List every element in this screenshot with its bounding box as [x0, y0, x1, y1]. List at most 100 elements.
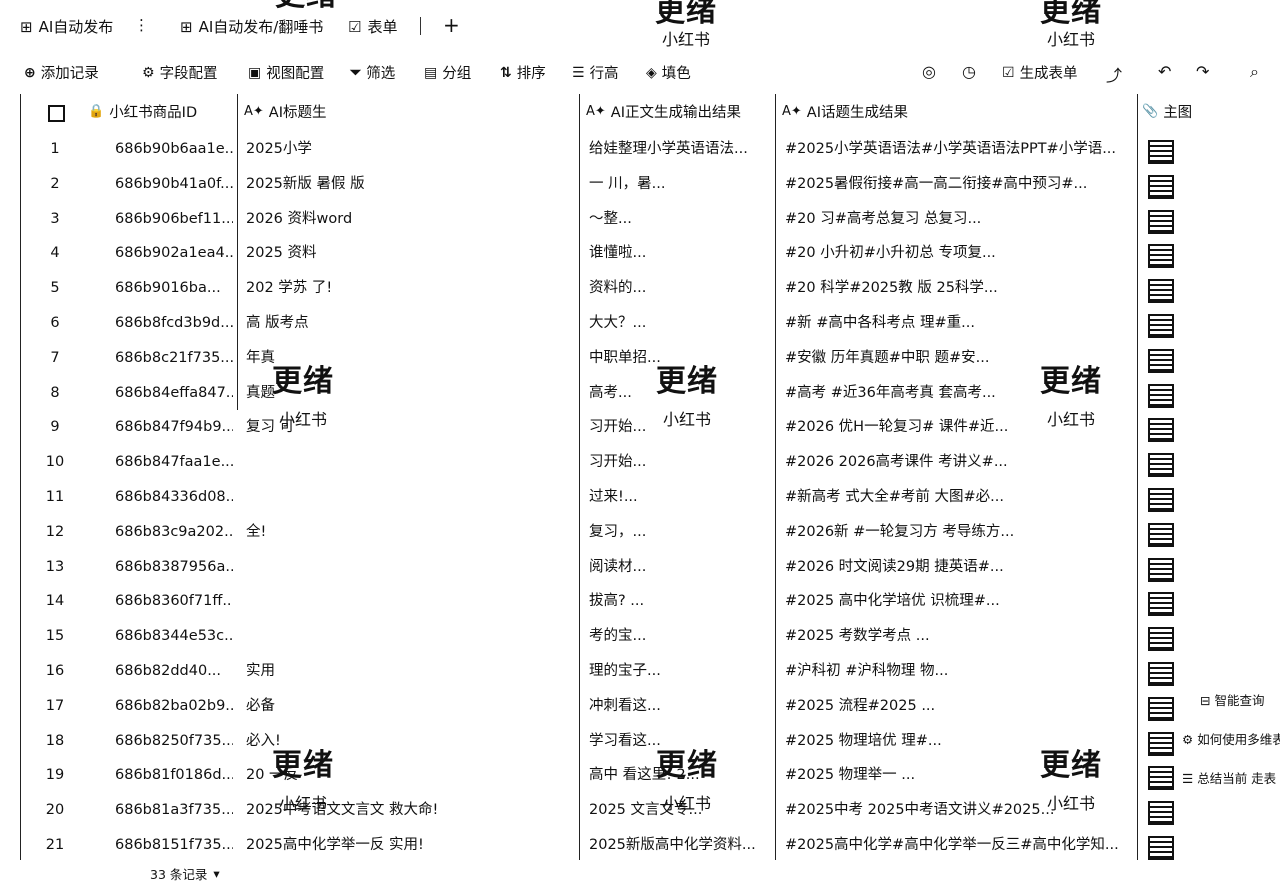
cell-body[interactable]: 大大？...	[589, 306, 771, 341]
cell-id[interactable]: 686b82dd40...	[115, 654, 233, 689]
table-row[interactable]: 10 686b847faa1e... 习开始... #2026 2026高考课件 考讲…	[20, 445, 1280, 480]
row-number[interactable]: 2	[20, 167, 90, 202]
cell-id[interactable]: 686b847faa1e...	[115, 445, 233, 480]
cell-id[interactable]: 686b82ba02b9...	[115, 689, 233, 724]
group-button[interactable]: ▤ 分组	[424, 62, 471, 83]
ai-query-item[interactable]: ⊟ 智能查询	[1196, 688, 1269, 711]
sync-icon[interactable]: ◎	[922, 62, 936, 81]
cell-id[interactable]: 686b83c9a202...	[115, 515, 233, 550]
cell-topic[interactable]: #2026 2026高考课件 考讲义#...	[785, 445, 1133, 480]
cell-title[interactable]	[246, 480, 574, 515]
cell-title[interactable]: 高 版考点	[246, 306, 574, 341]
cell-id[interactable]: 686b8344e53c...	[115, 619, 233, 654]
image-thumbnail[interactable]	[1148, 174, 1174, 199]
cell-id[interactable]: 686b902a1ea4...	[115, 236, 233, 271]
cell-title[interactable]: 全!	[246, 515, 574, 550]
cell-topic[interactable]: #新高考 式大全#考前 大图#必...	[785, 480, 1133, 515]
cell-id[interactable]: 686b8c21f735...	[115, 341, 233, 376]
row-number[interactable]: 13	[20, 550, 90, 585]
row-number[interactable]: 18	[20, 724, 90, 759]
image-thumbnail[interactable]	[1148, 801, 1174, 826]
how-to-use-item[interactable]: ⚙ 如何使用多维表	[1178, 727, 1280, 750]
row-number[interactable]: 9	[20, 410, 90, 445]
cell-title[interactable]: 2025新版 暑假 版	[246, 167, 574, 202]
cell-body[interactable]: ～整...	[589, 202, 771, 237]
cell-id[interactable]: 686b84336d08...	[115, 480, 233, 515]
image-thumbnail[interactable]	[1148, 488, 1174, 512]
image-thumbnail[interactable]	[1148, 348, 1174, 373]
share-icon[interactable]: ⤴	[1106, 62, 1122, 86]
cell-id[interactable]: 686b8250f735...	[115, 724, 233, 759]
row-number[interactable]: 21	[20, 828, 90, 863]
cell-topic[interactable]: #2026 时文阅读29期 捷英语#...	[785, 550, 1133, 585]
table-row[interactable]: 11 686b84336d08... 过来!... #新高考 式大全#考前 大图#必.…	[20, 480, 1280, 515]
summarize-item[interactable]: ☰ 总结当前 走表	[1178, 766, 1280, 789]
image-thumbnail[interactable]	[1148, 522, 1174, 547]
cell-title[interactable]: 必备	[246, 689, 574, 724]
cell-body[interactable]: 资料的...	[589, 271, 771, 306]
table-row[interactable]: 13 686b8387956a... 阅读材... #2026 时文阅读29期 捷英语…	[20, 550, 1280, 585]
cell-body[interactable]: 谁懂啦...	[589, 236, 771, 271]
cell-body[interactable]: 给娃整理小学英语语法...	[589, 132, 771, 167]
cell-title[interactable]: 2025小学	[246, 132, 574, 167]
cell-topic[interactable]: #2025小学英语语法#小学英语语法PPT#小学语...	[785, 132, 1133, 167]
cell-title[interactable]: 2026 资料word	[246, 202, 574, 237]
cell-topic[interactable]: #20 科学#2025教 版 25科学...	[785, 271, 1133, 306]
cell-topic[interactable]: #2025高中化学#高中化学举一反三#高中化学知...	[785, 828, 1133, 863]
cell-body[interactable]: 考的宝...	[589, 619, 771, 654]
row-number[interactable]: 15	[20, 619, 90, 654]
view-config-button[interactable]: ▣ 视图配置	[248, 62, 324, 83]
cell-title[interactable]	[246, 619, 574, 654]
cell-body[interactable]: 2025新版高中化学资料...	[589, 828, 771, 863]
cell-id[interactable]: 686b906bef11...	[115, 202, 233, 237]
cell-id[interactable]: 686b8fcd3b9d...	[115, 306, 233, 341]
select-all-checkbox[interactable]	[48, 105, 65, 122]
cell-title[interactable]	[246, 445, 574, 480]
row-number[interactable]: 6	[20, 306, 90, 341]
cell-body[interactable]: 复习，...	[589, 515, 771, 550]
cell-title[interactable]: 2025 资料	[246, 236, 574, 271]
cell-body[interactable]: 习开始...	[589, 445, 771, 480]
tab-form[interactable]: ☑ 表单	[348, 16, 397, 37]
table-row[interactable]: 12 686b83c9a202... 全! 复习，... #2026新 #一轮复习方 考…	[20, 515, 1280, 550]
cell-topic[interactable]: #新 #高中各科考点 理#重...	[785, 306, 1133, 341]
cell-body[interactable]: 冲刺看这...	[589, 689, 771, 724]
cell-topic[interactable]: #2025 考数学考点 ...	[785, 619, 1133, 654]
cell-id[interactable]: 686b847f94b9...	[115, 410, 233, 445]
row-number[interactable]: 20	[20, 793, 90, 828]
cell-topic[interactable]: #20 小升初#小升初总 专项复...	[785, 236, 1133, 271]
base-title[interactable]: ⊞ AI自动发布	[20, 16, 113, 37]
cell-body[interactable]: 一 川，暑...	[589, 167, 771, 202]
sort-button[interactable]: ⇅ 排序	[500, 62, 546, 83]
image-thumbnail[interactable]	[1148, 662, 1174, 686]
cell-body[interactable]: 拔高? ...	[589, 584, 771, 619]
column-header-topic[interactable]: A✦ AI话题生成结果	[782, 94, 908, 128]
row-number[interactable]: 1	[20, 132, 90, 167]
row-number[interactable]: 19	[20, 758, 90, 793]
row-number[interactable]: 4	[20, 236, 90, 271]
cell-body[interactable]: 理的宝子...	[589, 654, 771, 689]
cell-title[interactable]: 2025高中化学举一反 实用!	[246, 828, 574, 863]
image-thumbnail[interactable]	[1148, 696, 1174, 721]
cell-body[interactable]: 过来!...	[589, 480, 771, 515]
cell-topic[interactable]: #20 习#高考总复习 总复习...	[785, 202, 1133, 237]
image-thumbnail[interactable]	[1148, 244, 1174, 269]
column-header-body[interactable]: A✦ AI正文生成输出结果	[586, 94, 741, 128]
table-row[interactable]: 15 686b8344e53c... 考的宝... #2025 考数学考点 ...	[20, 619, 1280, 654]
cell-topic[interactable]: #2025 高中化学培优 识梳理#...	[785, 584, 1133, 619]
image-thumbnail[interactable]	[1148, 314, 1174, 338]
cell-title[interactable]: 实用	[246, 654, 574, 689]
cell-id[interactable]: 686b9016ba...	[115, 271, 233, 306]
row-height-button[interactable]: ☰ 行高	[572, 62, 619, 83]
row-number[interactable]: 16	[20, 654, 90, 689]
cell-id[interactable]: 686b8387956a...	[115, 550, 233, 585]
table-row[interactable]: 21 686b8151f735... 2025高中化学举一反 实用! 2025新版高中…	[20, 828, 1280, 863]
table-row[interactable]: 4 686b902a1ea4... 2025 资料 谁懂啦... #20 小升初#小升…	[20, 236, 1280, 271]
image-thumbnail[interactable]	[1148, 453, 1174, 478]
image-thumbnail[interactable]	[1148, 592, 1174, 617]
cell-id[interactable]: 686b8360f71ff...	[115, 584, 233, 619]
image-thumbnail[interactable]	[1148, 557, 1174, 582]
search-icon[interactable]: ⌕	[1250, 62, 1259, 82]
cell-topic[interactable]: #沪科初 #沪科物理 物...	[785, 654, 1133, 689]
image-thumbnail[interactable]	[1148, 209, 1174, 234]
